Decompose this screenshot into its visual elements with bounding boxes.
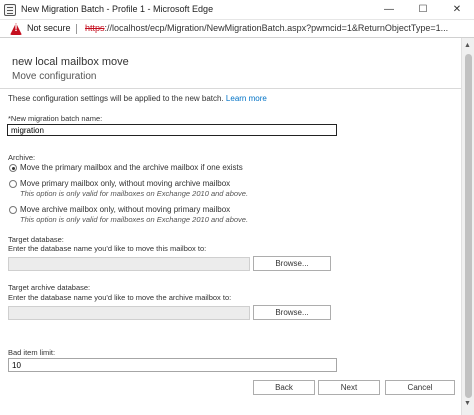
window-title: New Migration Batch - Profile 1 - Micros… <box>21 4 214 14</box>
back-button[interactable]: Back <box>253 380 315 395</box>
page-subtitle: Move configuration <box>12 71 97 82</box>
intro-text: These configuration settings will be app… <box>8 94 267 103</box>
title-bar: New Migration Batch - Profile 1 - Micros… <box>0 0 474 20</box>
archive-label: Archive: <box>8 153 36 162</box>
bad-item-limit-input[interactable] <box>8 358 337 372</box>
scroll-thumb[interactable] <box>465 54 472 398</box>
browse-target-database-button[interactable]: Browse... <box>253 256 331 271</box>
target-database-input <box>8 257 250 271</box>
target-archive-database-label: Target archive database: <box>8 283 91 292</box>
edge-app-icon <box>4 4 16 16</box>
close-window-button[interactable]: ✕ <box>440 0 474 20</box>
url-path: ://localhost/ecp/Migration/NewMigrationB… <box>104 23 449 33</box>
archive-option-label[interactable]: Move the primary mailbox and the archive… <box>20 163 243 172</box>
scroll-down-icon[interactable]: ▼ <box>464 400 471 407</box>
warning-icon[interactable]: ! <box>10 23 22 35</box>
scroll-up-icon[interactable]: ▲ <box>464 42 471 49</box>
url-text[interactable]: https://localhost/ecp/Migration/NewMigra… <box>85 23 470 33</box>
cancel-button[interactable]: Cancel <box>385 380 455 395</box>
intro-sentence: These configuration settings will be app… <box>8 94 226 103</box>
next-button[interactable]: Next <box>318 380 380 395</box>
target-archive-database-input <box>8 306 250 320</box>
not-secure-label[interactable]: Not secure <box>27 23 71 33</box>
archive-option-note: This option is only valid for mailboxes … <box>20 215 249 224</box>
target-archive-database-hint: Enter the database name you'd like to mo… <box>8 293 232 302</box>
vertical-scrollbar[interactable]: ▲ ▼ <box>461 38 474 415</box>
header-divider <box>0 88 461 89</box>
target-database-hint: Enter the database name you'd like to mo… <box>8 244 207 253</box>
dialog-content: new local mailbox move Move configuratio… <box>0 38 461 415</box>
address-divider <box>76 24 77 34</box>
maximize-button[interactable]: ☐ <box>406 0 440 20</box>
page-title: new local mailbox move <box>12 56 129 68</box>
browse-target-archive-database-button[interactable]: Browse... <box>253 305 331 320</box>
batch-name-label: *New migration batch name: <box>8 114 103 123</box>
url-scheme: https <box>85 23 105 33</box>
radio-button[interactable] <box>9 206 17 214</box>
target-database-label: Target database: <box>8 235 64 244</box>
bad-item-limit-label: Bad item limit: <box>8 348 56 357</box>
radio-button[interactable] <box>9 180 17 188</box>
radio-button[interactable] <box>9 164 17 172</box>
address-bar[interactable]: ! Not secure https://localhost/ecp/Migra… <box>0 20 474 38</box>
minimize-button[interactable]: — <box>372 0 406 20</box>
learn-more-link[interactable]: Learn more <box>226 94 267 103</box>
batch-name-input[interactable] <box>7 124 337 136</box>
archive-option-note: This option is only valid for mailboxes … <box>20 189 249 198</box>
archive-option-label[interactable]: Move primary mailbox only, without movin… <box>20 179 230 188</box>
archive-option-label[interactable]: Move archive mailbox only, without movin… <box>20 205 230 214</box>
